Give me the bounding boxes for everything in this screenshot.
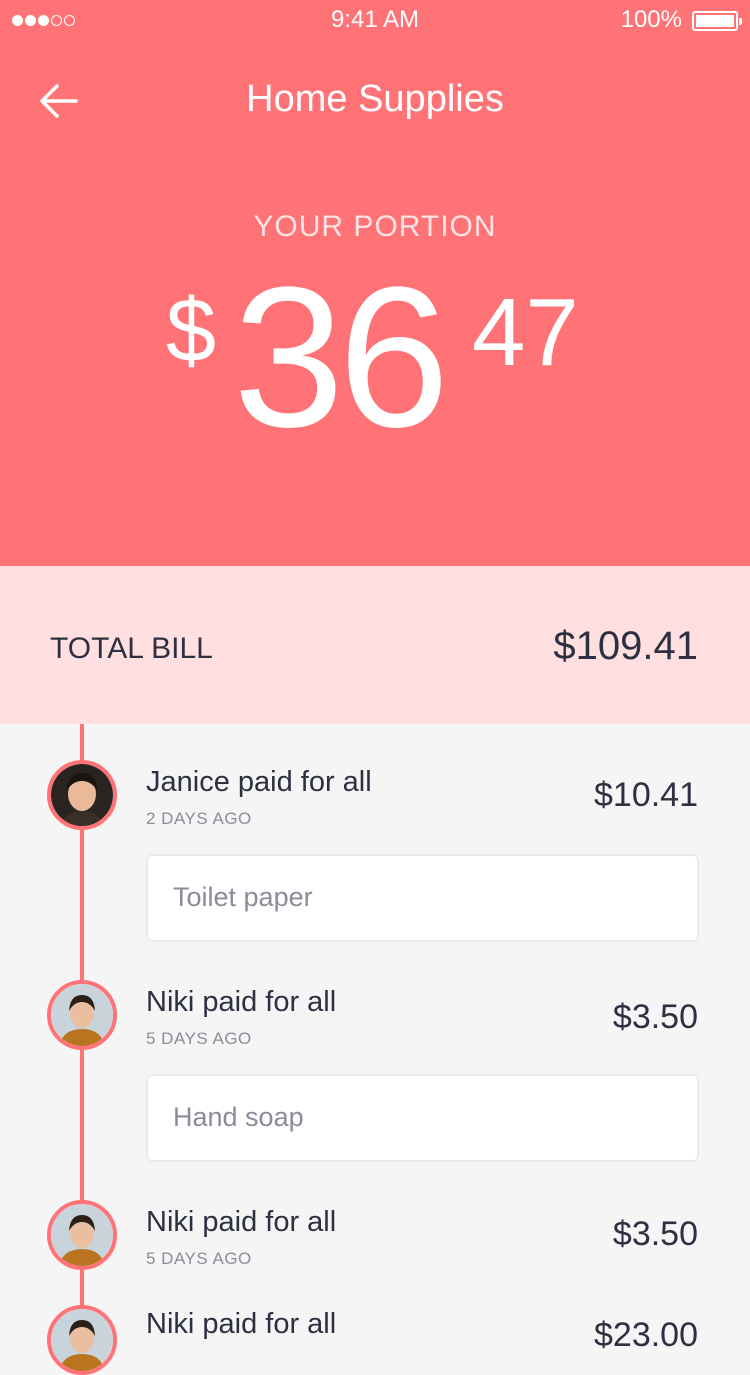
total-bill-label: TOTAL BILL <box>50 632 213 665</box>
portion-dollars: 36 <box>233 246 449 469</box>
portion-cents: 47 <box>472 279 579 386</box>
payment-amount: $10.41 <box>594 776 698 814</box>
payment-time: 5 DAYS AGO <box>146 1249 252 1268</box>
total-bill-value: $109.41 <box>553 624 698 668</box>
note-text: Toilet paper <box>173 882 313 912</box>
payment-time: 2 DAYS AGO <box>146 809 252 828</box>
note-text: Hand soap <box>173 1102 304 1132</box>
avatar[interactable] <box>47 1200 117 1270</box>
avatar[interactable] <box>47 1305 117 1375</box>
payment-amount: $3.50 <box>612 1215 698 1253</box>
portion-currency: $ <box>166 281 217 381</box>
battery-icon <box>692 11 742 31</box>
avatar[interactable] <box>47 980 117 1050</box>
portion-label: YOUR PORTION <box>253 210 497 243</box>
status-bar: 9:41 AM 100% <box>0 0 750 40</box>
note-card[interactable]: Toilet paper <box>146 854 699 942</box>
payer-name: Niki paid for all <box>146 1206 337 1238</box>
payer-name: Niki paid for all <box>146 986 337 1018</box>
note-card[interactable]: Hand soap <box>146 1074 699 1162</box>
payment-amount: $3.50 <box>612 998 698 1036</box>
avatar[interactable] <box>47 760 117 830</box>
payment-amount: $23.00 <box>594 1316 698 1354</box>
payer-name: Janice paid for all <box>146 766 372 798</box>
page-title: Home Supplies <box>246 78 504 120</box>
battery-percent: 100% <box>620 6 682 33</box>
payer-name: Niki paid for all <box>146 1308 337 1340</box>
payment-time: 5 DAYS AGO <box>146 1029 252 1048</box>
